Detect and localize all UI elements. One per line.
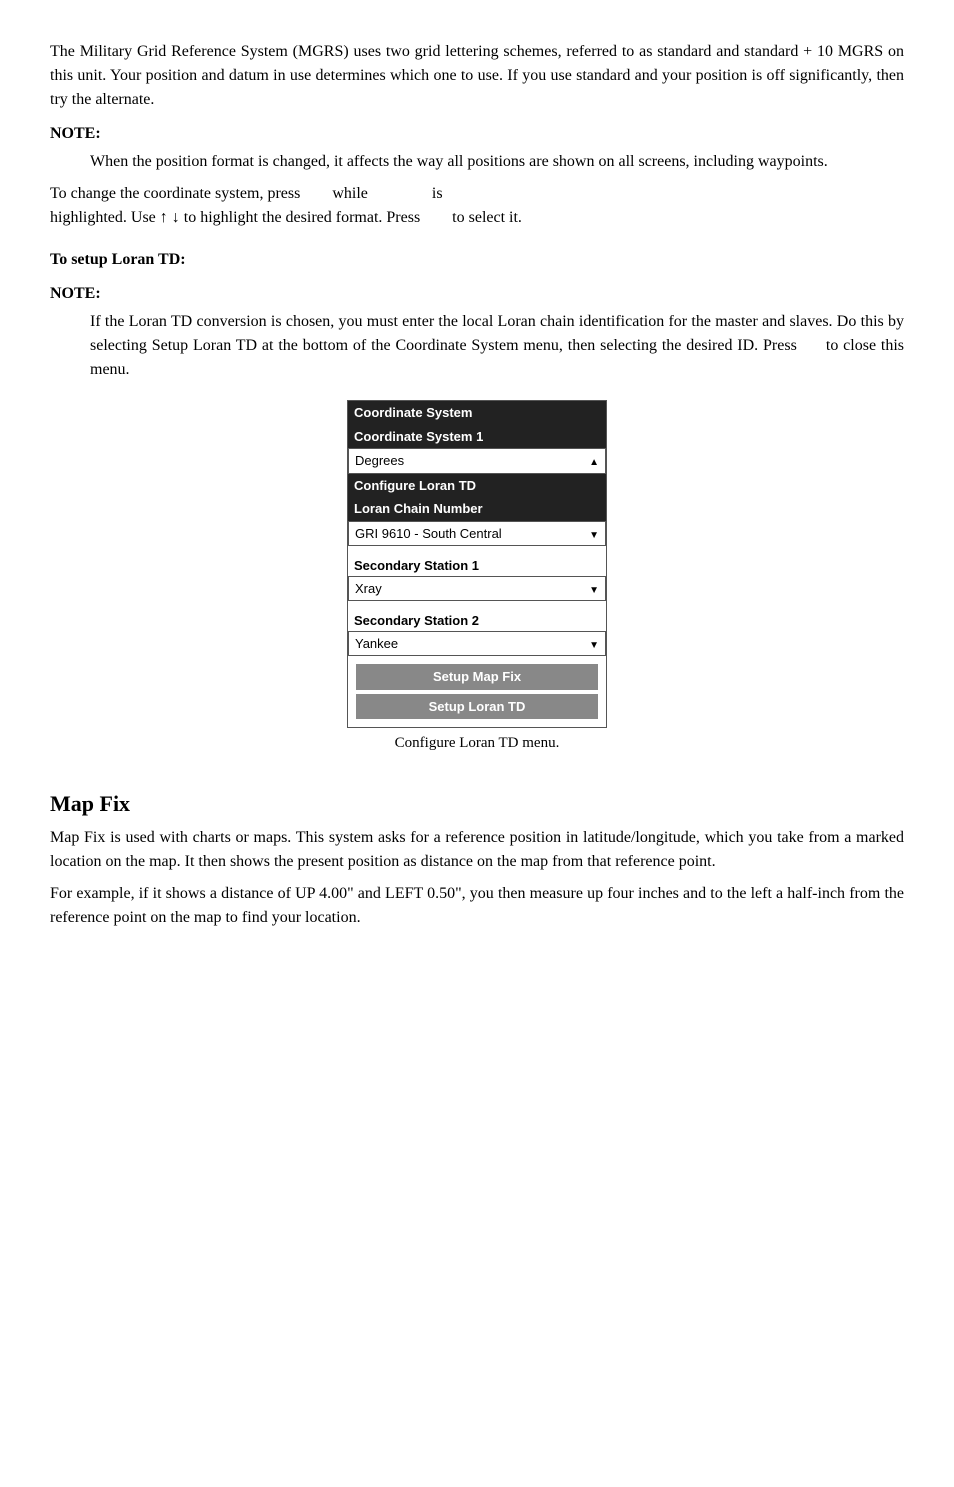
change-coord-end: to select it. (452, 209, 522, 226)
setup-note-heading: NOTE: (50, 282, 904, 306)
change-coord-text2: highlighted. Use ↑ ↓ to highlight the de… (50, 209, 420, 226)
setup-note-text: If the Loran TD conversion is chosen, yo… (90, 310, 904, 382)
map-fix-p2: For example, if it shows a distance of U… (50, 882, 904, 930)
loran-td-menu: Coordinate System Coordinate System 1 De… (50, 400, 904, 765)
change-coord-is: is (432, 185, 443, 202)
menu-yankee-arrow (589, 634, 599, 654)
menu-coord-system-1: Coordinate System 1 (348, 425, 606, 449)
map-fix-heading: Map Fix (50, 787, 904, 820)
change-coord-text1: To change the coordinate system, press (50, 185, 300, 202)
menu-gri-arrow (589, 524, 599, 544)
menu-xray-dropdown[interactable]: Xray (348, 576, 606, 602)
menu-box: Coordinate System Coordinate System 1 De… (347, 400, 607, 728)
setup-loran-heading: To setup Loran TD: (50, 248, 904, 272)
menu-degrees-label: Degrees (355, 451, 404, 471)
change-coord-while: while (332, 185, 368, 202)
menu-caption: Configure Loran TD menu. (395, 732, 560, 755)
menu-loran-chain-number: Loran Chain Number (348, 497, 606, 521)
menu-secondary-station-2-label: Secondary Station 2 (348, 607, 606, 631)
menu-yankee-dropdown[interactable]: Yankee (348, 631, 606, 657)
menu-xray-value: Xray (355, 579, 382, 599)
menu-title: Coordinate System (348, 401, 606, 425)
map-fix-p1: Map Fix is used with charts or maps. Thi… (50, 826, 904, 874)
menu-gri-value: GRI 9610 - South Central (355, 524, 502, 544)
note-heading: NOTE: (50, 122, 904, 146)
menu-xray-arrow (589, 579, 599, 599)
menu-setup-loran-td-btn[interactable]: Setup Loran TD (356, 694, 598, 720)
menu-setup-map-fix-btn[interactable]: Setup Map Fix (356, 664, 598, 690)
menu-secondary-station-1-label: Secondary Station 1 (348, 552, 606, 576)
menu-degrees-scroll (589, 451, 599, 471)
menu-yankee-value: Yankee (355, 634, 398, 654)
menu-configure-loran[interactable]: Configure Loran TD (348, 474, 606, 498)
note-text: When the position format is changed, it … (90, 150, 904, 174)
menu-degrees[interactable]: Degrees (348, 448, 606, 474)
menu-gri-dropdown[interactable]: GRI 9610 - South Central (348, 521, 606, 547)
change-coord-para: To change the coordinate system, press w… (50, 182, 904, 230)
intro-paragraph: The Military Grid Reference System (MGRS… (50, 40, 904, 112)
